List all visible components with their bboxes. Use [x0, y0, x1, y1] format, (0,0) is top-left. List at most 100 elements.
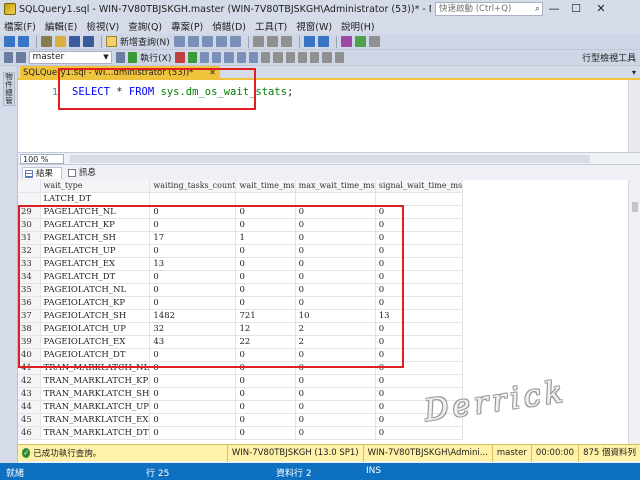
- undo-icon[interactable]: [303, 36, 315, 47]
- zoom-select[interactable]: 100 %: [20, 154, 64, 164]
- table-cell[interactable]: 0: [295, 348, 376, 362]
- table-row[interactable]: 44 TRAN_MARKLATCH_UP 0 0 0 0: [18, 400, 464, 414]
- table-cell[interactable]: 0: [149, 348, 237, 362]
- row-number-cell[interactable]: 29: [18, 205, 41, 219]
- table-row[interactable]: 41 TRAN_MARKLATCH_NL 0 0 0 0: [18, 361, 464, 375]
- row-number-cell[interactable]: 39: [18, 335, 41, 349]
- table-cell[interactable]: 0: [375, 283, 464, 297]
- table-cell[interactable]: PAGEIOLATCH_EX: [40, 335, 151, 349]
- table-row[interactable]: 45 TRAN_MARKLATCH_EX 0 0 0 0: [18, 413, 464, 427]
- disconnect-icon[interactable]: [16, 52, 26, 63]
- layout-toolbar-label[interactable]: 行型檢視工具: [582, 51, 636, 64]
- table-cell[interactable]: 0: [375, 348, 464, 362]
- table-row[interactable]: 37 PAGEIOLATCH_SH 1482 721 10 13: [18, 309, 464, 323]
- table-row[interactable]: 38 PAGEIOLATCH_UP 32 12 2 0: [18, 322, 464, 336]
- row-number-cell[interactable]: 45: [18, 413, 41, 427]
- paste-icon[interactable]: [280, 36, 292, 47]
- close-window-button[interactable]: ✕: [587, 0, 615, 18]
- minimize-button[interactable]: —: [543, 0, 565, 18]
- table-cell[interactable]: 0: [235, 413, 296, 427]
- table-cell[interactable]: 0: [149, 205, 237, 219]
- table-cell[interactable]: TRAN_MARKLATCH_KP: [40, 374, 151, 388]
- table-cell[interactable]: TRAN_MARKLATCH_NL: [40, 361, 151, 375]
- table-cell[interactable]: 0: [375, 257, 464, 271]
- menu-window[interactable]: 視窗(W): [296, 19, 332, 33]
- table-row[interactable]: 39 PAGEIOLATCH_EX 43 22 2 0: [18, 335, 464, 349]
- tab-sqlquery1[interactable]: SQLQuery1.sql - WI...dministrator (53))*…: [20, 66, 220, 80]
- row-number-cell[interactable]: 42: [18, 374, 41, 388]
- row-number-cell[interactable]: 40: [18, 348, 41, 362]
- table-cell[interactable]: 721: [235, 309, 296, 323]
- table-row[interactable]: 34 PAGELATCH_DT 0 0 0 0: [18, 270, 464, 284]
- quick-launch-input[interactable]: 快速啟動 (Ctrl+Q) ⌕: [435, 2, 543, 16]
- table-cell[interactable]: PAGEIOLATCH_NL: [40, 283, 151, 297]
- table-cell[interactable]: 0: [149, 387, 237, 401]
- table-cell[interactable]: 0: [295, 374, 376, 388]
- open-file-icon[interactable]: [55, 36, 66, 47]
- table-cell[interactable]: 0: [295, 205, 376, 219]
- table-cell[interactable]: 43: [149, 335, 237, 349]
- column-header[interactable]: signal_wait_time_ms: [375, 180, 464, 193]
- table-cell[interactable]: 0: [295, 361, 376, 375]
- table-cell[interactable]: 0: [375, 426, 464, 440]
- menu-file[interactable]: 檔案(F): [4, 19, 36, 33]
- table-cell[interactable]: 0: [375, 218, 464, 232]
- row-number-cell[interactable]: 33: [18, 257, 41, 271]
- tab-list-chevron-icon[interactable]: ▾: [632, 66, 636, 80]
- table-cell[interactable]: PAGELATCH_SH: [40, 231, 151, 245]
- tab-results[interactable]: 結果: [22, 167, 62, 179]
- table-cell[interactable]: 0: [235, 205, 296, 219]
- table-cell[interactable]: TRAN_MARKLATCH_SH: [40, 387, 151, 401]
- new-query-button[interactable]: 新增查詢(N): [120, 35, 170, 48]
- row-number-cell[interactable]: 34: [18, 270, 41, 284]
- grid-vertical-scrollbar[interactable]: [628, 180, 640, 444]
- table-cell[interactable]: 0: [295, 400, 376, 414]
- table-cell[interactable]: 32: [149, 322, 237, 336]
- row-number-cell[interactable]: 46: [18, 426, 41, 440]
- sql-editor[interactable]: 1 SELECT * FROM sys.dm_os_wait_stats;: [18, 80, 640, 152]
- table-row[interactable]: LATCH_DT: [18, 192, 464, 206]
- menu-help[interactable]: 說明(H): [341, 19, 375, 33]
- table-cell[interactable]: 0: [235, 400, 296, 414]
- table-row[interactable]: 32 PAGELATCH_UP 0 0 0 0: [18, 244, 464, 258]
- scrollbar-thumb[interactable]: [632, 202, 638, 212]
- execute-button[interactable]: 執行(X): [140, 51, 171, 64]
- outdent-icon[interactable]: [322, 52, 332, 63]
- table-cell[interactable]: 0: [235, 218, 296, 232]
- table-cell[interactable]: 0: [149, 218, 237, 232]
- table-cell[interactable]: 0: [235, 426, 296, 440]
- table-cell[interactable]: 0: [295, 296, 376, 310]
- object-explorer-tab[interactable]: 物件總管: [3, 72, 15, 106]
- table-cell[interactable]: 0: [235, 270, 296, 284]
- table-cell[interactable]: PAGEIOLATCH_DT: [40, 348, 151, 362]
- row-number-cell[interactable]: 30: [18, 218, 41, 232]
- table-cell[interactable]: PAGELATCH_UP: [40, 244, 151, 258]
- query-options-icon[interactable]: [224, 52, 234, 63]
- row-number-header[interactable]: [18, 180, 41, 193]
- database-select[interactable]: master ▼: [28, 51, 112, 64]
- parse-icon[interactable]: [187, 52, 197, 63]
- debug-icon[interactable]: [340, 36, 352, 47]
- table-cell[interactable]: 0: [149, 413, 237, 427]
- table-row[interactable]: 36 PAGEIOLATCH_KP 0 0 0 0: [18, 296, 464, 310]
- column-header[interactable]: max_wait_time_ms: [295, 180, 376, 193]
- table-cell[interactable]: 0: [295, 413, 376, 427]
- table-cell[interactable]: 0: [375, 270, 464, 284]
- row-number-cell[interactable]: 38: [18, 322, 41, 336]
- table-cell[interactable]: [235, 192, 296, 206]
- table-cell[interactable]: 0: [375, 322, 464, 336]
- row-number-cell[interactable]: 41: [18, 361, 41, 375]
- table-row[interactable]: 33 PAGELATCH_EX 13 0 0 0: [18, 257, 464, 271]
- table-cell[interactable]: PAGELATCH_DT: [40, 270, 151, 284]
- row-number-cell[interactable]: 44: [18, 400, 41, 414]
- table-cell[interactable]: TRAN_MARKLATCH_UP: [40, 400, 151, 414]
- menu-project[interactable]: 專案(P): [171, 19, 203, 33]
- table-cell[interactable]: 0: [235, 361, 296, 375]
- column-header[interactable]: waiting_tasks_count: [149, 180, 237, 193]
- table-cell[interactable]: 0: [149, 244, 237, 258]
- table-row[interactable]: 31 PAGELATCH_SH 17 1 0 0: [18, 231, 464, 245]
- table-cell[interactable]: 1: [235, 231, 296, 245]
- table-cell[interactable]: 12: [235, 322, 296, 336]
- table-cell[interactable]: 2: [295, 335, 376, 349]
- forward-icon[interactable]: [18, 36, 29, 47]
